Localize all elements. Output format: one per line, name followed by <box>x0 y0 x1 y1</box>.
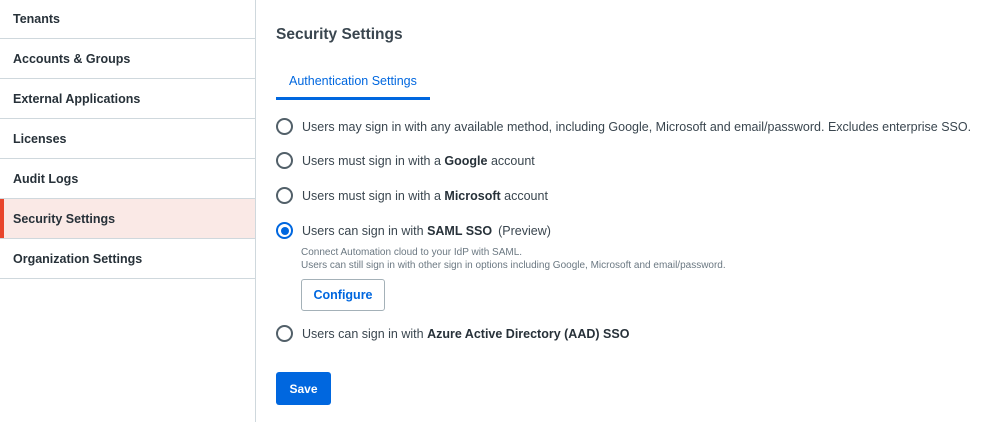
tab-authentication-settings[interactable]: Authentication Settings <box>276 72 430 100</box>
tab-bar: Authentication Settings <box>276 72 430 100</box>
sidebar-item-label: Audit Logs <box>13 171 79 186</box>
sidebar-item-organization-settings[interactable]: Organization Settings <box>0 239 255 279</box>
main-content: Security Settings Authentication Setting… <box>276 0 994 422</box>
sidebar-item-licenses[interactable]: Licenses <box>0 119 255 159</box>
option-label: Users can sign in with SAML SSO (Preview) <box>302 223 551 238</box>
sidebar-item-accounts-groups[interactable]: Accounts & Groups <box>0 39 255 79</box>
sidebar-item-label: External Applications <box>13 91 141 106</box>
option-aad-sso[interactable]: Users can sign in with Azure Active Dire… <box>276 325 629 342</box>
sidebar: Tenants Accounts & Groups External Appli… <box>0 0 256 422</box>
sidebar-item-label: Organization Settings <box>13 251 143 266</box>
save-button[interactable]: Save <box>276 372 331 405</box>
saml-description-line: Connect Automation cloud to your IdP wit… <box>301 247 523 258</box>
configure-button[interactable]: Configure <box>301 279 385 311</box>
option-saml-sso[interactable]: Users can sign in with SAML SSO (Preview) <box>276 222 551 239</box>
option-label: Users may sign in with any available met… <box>302 119 972 134</box>
option-label: Users must sign in with a Google account <box>302 153 535 168</box>
radio-button[interactable] <box>276 118 293 135</box>
option-microsoft[interactable]: Users must sign in with a Microsoft acco… <box>276 187 548 204</box>
sidebar-item-label: Accounts & Groups <box>13 51 131 66</box>
radio-dot <box>280 226 289 235</box>
sidebar-item-label: Licenses <box>13 131 67 146</box>
saml-description-line: Users can still sign in with other sign … <box>301 260 726 271</box>
option-google[interactable]: Users must sign in with a Google account <box>276 152 535 169</box>
sidebar-item-audit-logs[interactable]: Audit Logs <box>0 159 255 199</box>
sidebar-item-label: Security Settings <box>13 211 116 226</box>
page-title: Security Settings <box>276 26 403 43</box>
sidebar-item-external-applications[interactable]: External Applications <box>0 79 255 119</box>
option-label: Users can sign in with Azure Active Dire… <box>302 326 630 341</box>
option-label: Users must sign in with a Microsoft acco… <box>302 188 548 203</box>
radio-button[interactable] <box>276 187 293 204</box>
sidebar-item-tenants[interactable]: Tenants <box>0 0 255 39</box>
preview-badge: (Preview) <box>498 223 551 238</box>
radio-button[interactable] <box>276 325 293 342</box>
radio-button-selected[interactable] <box>276 222 293 239</box>
sidebar-item-security-settings[interactable]: Security Settings <box>0 199 255 239</box>
radio-button[interactable] <box>276 152 293 169</box>
option-any-method[interactable]: Users may sign in with any available met… <box>276 118 971 135</box>
saml-description: Connect Automation cloud to your IdP wit… <box>301 246 726 272</box>
sidebar-item-label: Tenants <box>13 12 60 26</box>
